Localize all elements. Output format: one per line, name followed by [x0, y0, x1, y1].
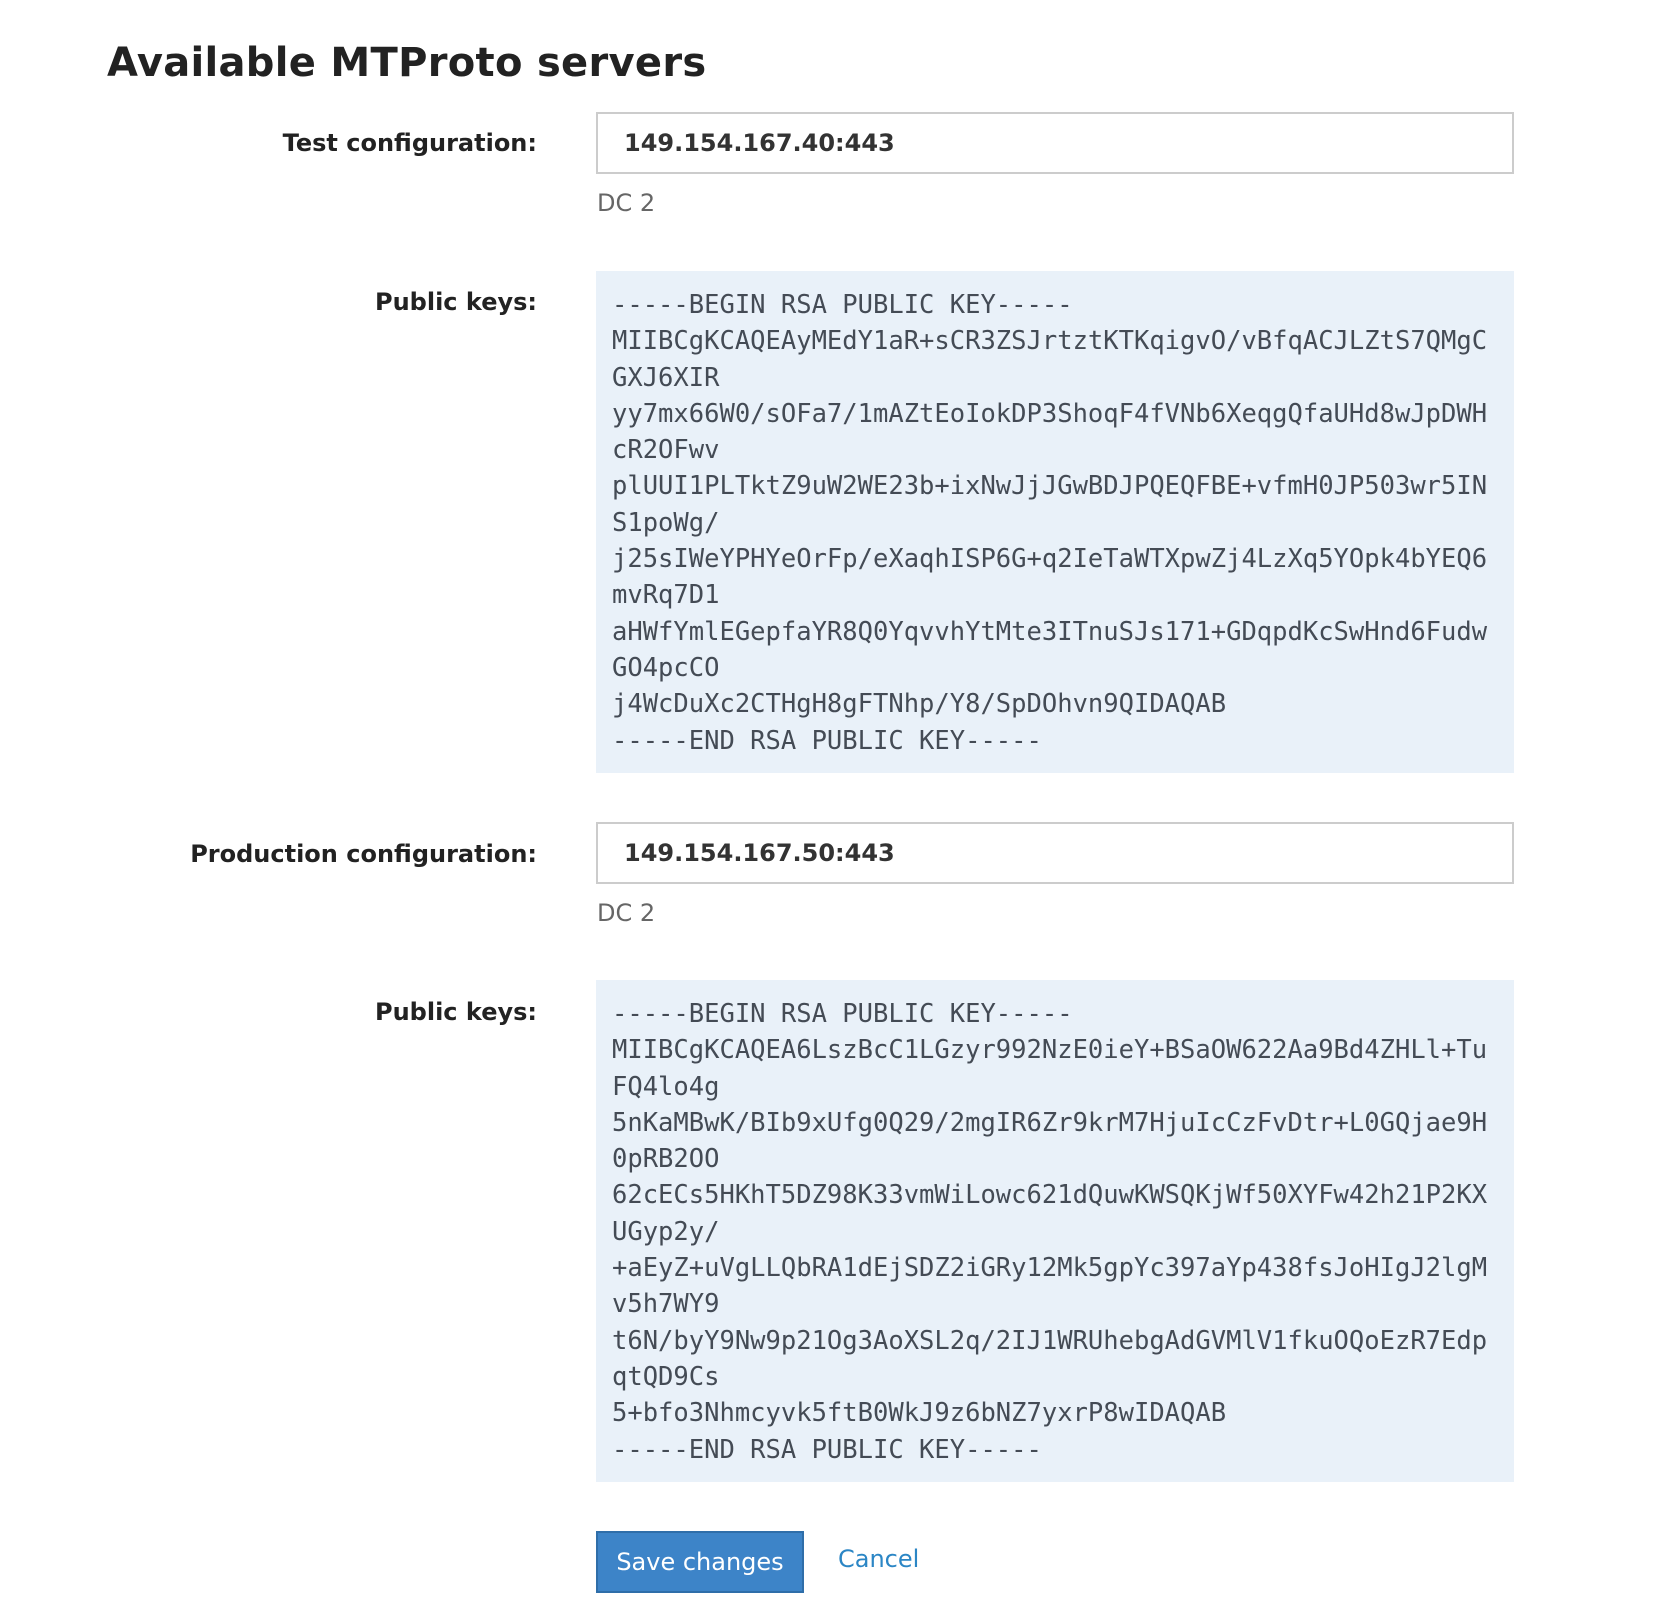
page-title: Available MTProto servers	[107, 40, 707, 86]
test-dc-hint: DC 2	[597, 189, 656, 217]
test-public-keys-label: Public keys:	[374, 288, 537, 316]
test-configuration-label: Test configuration:	[282, 129, 537, 157]
test-configuration-input[interactable]	[596, 112, 1514, 174]
cancel-link[interactable]: Cancel	[838, 1545, 919, 1573]
production-configuration-input[interactable]	[596, 822, 1514, 884]
save-changes-button[interactable]: Save changes	[596, 1531, 804, 1593]
production-public-key-block[interactable]: -----BEGIN RSA PUBLIC KEY----- MIIBCgKCA…	[596, 980, 1514, 1482]
test-public-key-block[interactable]: -----BEGIN RSA PUBLIC KEY----- MIIBCgKCA…	[596, 271, 1514, 773]
production-configuration-label: Production configuration:	[190, 840, 537, 868]
production-public-keys-label: Public keys:	[374, 998, 537, 1026]
production-dc-hint: DC 2	[597, 899, 656, 927]
